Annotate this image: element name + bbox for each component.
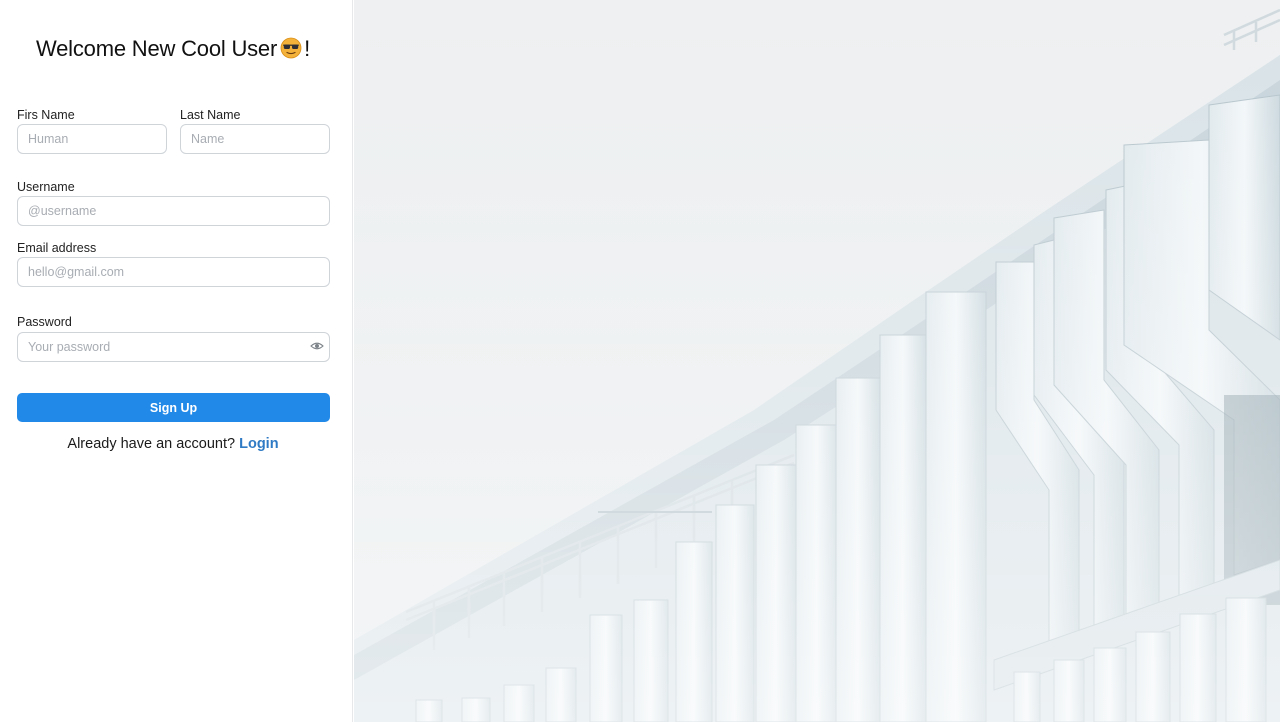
- sunglasses-emoji-icon: [280, 37, 302, 59]
- login-prompt-text: Already have an account?: [67, 436, 236, 452]
- username-input[interactable]: [17, 196, 330, 226]
- first-name-label: Firs Name: [17, 108, 75, 122]
- email-input[interactable]: [17, 257, 330, 287]
- architecture-illustration: [354, 0, 1280, 722]
- email-label: Email address: [17, 241, 97, 255]
- last-name-input[interactable]: [180, 124, 330, 154]
- eye-icon[interactable]: [310, 340, 324, 352]
- login-link[interactable]: Login: [239, 436, 278, 452]
- password-input[interactable]: [17, 332, 330, 362]
- login-prompt: Already have an account? Login: [0, 436, 346, 452]
- first-name-input[interactable]: [17, 124, 167, 154]
- password-label: Password: [17, 315, 72, 329]
- last-name-label: Last Name: [180, 108, 241, 122]
- page-title-text: Welcome New Cool User: [35, 36, 278, 61]
- username-label: Username: [17, 180, 75, 194]
- page-title: Welcome New Cool User !: [0, 36, 346, 62]
- sign-up-button[interactable]: Sign Up: [17, 393, 330, 422]
- hero-image: [354, 0, 1280, 722]
- signup-form-panel: Welcome New Cool User ! Firs Name Last N…: [0, 0, 353, 722]
- page-title-suffix: !: [304, 36, 311, 61]
